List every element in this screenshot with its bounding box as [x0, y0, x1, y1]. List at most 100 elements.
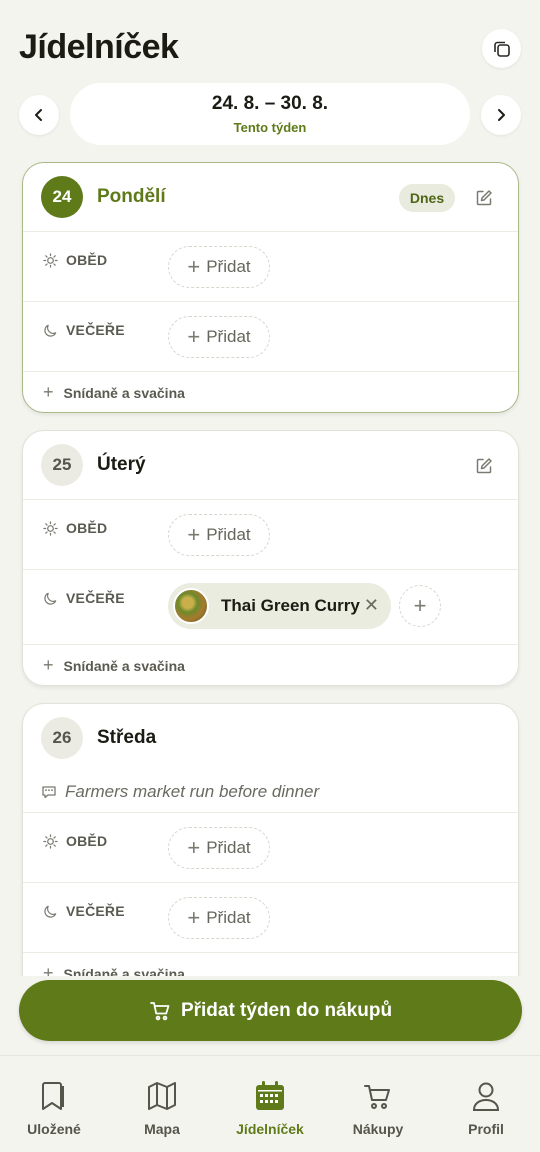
recipe-thumbnail [173, 588, 209, 624]
week-range: 24. 8. – 30. 8. [211, 93, 329, 114]
map-icon [148, 1082, 176, 1110]
note-text: Farmers market run before dinner [65, 782, 320, 801]
dinner-label-text: VEČEŘE [66, 903, 125, 919]
add-label: Přidat [206, 257, 251, 276]
nav-item-shopping[interactable]: Nákupy [324, 1080, 432, 1137]
day-list[interactable]: 24 Pondělí Dnes OBĚD + Přidat VEČEŘE + P… [0, 160, 540, 976]
cta-label: Přidat týden do nákupů [180, 999, 393, 1021]
moon-icon [44, 592, 57, 605]
meal-row-lunch: OBĚD + Přidat [23, 812, 518, 882]
add-week-to-shopping-button[interactable]: Přidat týden do nákupů [19, 980, 522, 1041]
meal-row-lunch: OBĚD + Přidat [23, 231, 518, 301]
add-label: Přidat [206, 525, 251, 544]
nav-item-saved[interactable]: Uložené [0, 1080, 108, 1137]
nav-item-map[interactable]: Mapa [108, 1080, 216, 1137]
lunch-label-text: OBĚD [66, 833, 108, 849]
chevron-right-icon [498, 109, 505, 121]
bottom-navigation: Uložené Mapa Jídelníček Nákupy Profil [0, 1055, 540, 1152]
add-lunch-button[interactable]: + Přidat [168, 827, 270, 869]
nav-label: Nákupy [352, 1121, 404, 1137]
sun-icon [43, 833, 58, 849]
plus-icon: + [187, 324, 201, 349]
day-note[interactable]: Farmers market run before dinner [23, 772, 518, 812]
comment-icon [42, 786, 56, 799]
day-header: 24 Pondělí Dnes [23, 163, 518, 231]
moon-icon [44, 324, 57, 337]
plus-icon: + [43, 382, 54, 402]
dinner-label-text: VEČEŘE [66, 590, 125, 606]
day-name: Pondělí [97, 186, 166, 207]
recipe-chip[interactable]: Thai Green Curry ✕ [168, 583, 391, 629]
dinner-label: VEČEŘE [43, 903, 125, 919]
copy-week-button[interactable] [482, 29, 521, 68]
add-another-dinner-button[interactable]: + [399, 585, 441, 627]
bookmark-icon [42, 1082, 64, 1110]
edit-icon[interactable] [475, 457, 493, 475]
close-icon[interactable]: ✕ [364, 595, 379, 616]
nav-item-meal-plan[interactable]: Jídelníček [216, 1080, 324, 1137]
meal-row-dinner: VEČEŘE + Přidat [23, 301, 518, 371]
add-snack-button[interactable]: + Snídaně a svačina [23, 644, 518, 685]
snack-label: Snídaně a svačina [63, 965, 185, 977]
plus-icon: + [43, 963, 54, 976]
snack-label: Snídaně a svačina [63, 657, 185, 674]
nav-label: Jídelníček [236, 1121, 304, 1137]
sun-icon [43, 520, 58, 536]
header: Jídelníček [0, 0, 540, 80]
plus-icon: + [43, 655, 54, 675]
edit-icon[interactable] [475, 189, 493, 207]
cart-icon [364, 1085, 390, 1109]
add-lunch-button[interactable]: + Přidat [168, 514, 270, 556]
add-label: Přidat [206, 908, 251, 927]
day-number: 25 [41, 444, 83, 486]
day-card-monday: 24 Pondělí Dnes OBĚD + Přidat VEČEŘE + P… [22, 162, 519, 413]
next-week-button[interactable] [481, 95, 521, 135]
lunch-label-text: OBĚD [66, 252, 108, 268]
week-subtitle: Tento týden [233, 120, 307, 135]
meal-row-dinner: VEČEŘE + Přidat [23, 882, 518, 952]
lunch-label: OBĚD [43, 520, 107, 536]
day-name: Středa [97, 727, 157, 748]
day-number: 24 [41, 176, 83, 218]
day-card-tuesday: 25 Úterý OBĚD + Přidat VEČEŘE Thai Green… [22, 430, 519, 686]
nav-label: Mapa [144, 1121, 180, 1137]
week-selector[interactable]: 24. 8. – 30. 8. Tento týden [70, 83, 470, 145]
nav-label: Uložené [27, 1121, 81, 1137]
day-number: 26 [41, 717, 83, 759]
add-dinner-button[interactable]: + Přidat [168, 316, 270, 358]
chevron-left-icon [35, 109, 42, 121]
lunch-label-text: OBĚD [66, 520, 108, 536]
page-title: Jídelníček [19, 28, 179, 66]
profile-icon [472, 1082, 500, 1111]
week-navigation: 24. 8. – 30. 8. Tento týden [0, 83, 540, 145]
plus-icon: + [187, 835, 201, 860]
calendar-icon [256, 1081, 284, 1110]
day-name: Úterý [97, 454, 146, 475]
snack-label: Snídaně a svačina [63, 384, 185, 401]
recipe-name: Thai Green Curry [221, 596, 360, 615]
add-label: Přidat [206, 838, 251, 857]
add-dinner-button[interactable]: + Přidat [168, 897, 270, 939]
previous-week-button[interactable] [19, 95, 59, 135]
plus-icon: + [187, 522, 201, 547]
day-header: 25 Úterý [23, 431, 518, 499]
sun-icon [43, 252, 58, 268]
nav-item-profile[interactable]: Profil [432, 1080, 540, 1137]
moon-icon [44, 905, 57, 918]
add-label: Přidat [206, 327, 251, 346]
add-snack-button[interactable]: + Snídaně a svačina [23, 371, 518, 412]
dinner-label: VEČEŘE [43, 322, 125, 338]
add-lunch-button[interactable]: + Přidat [168, 246, 270, 288]
lunch-label: OBĚD [43, 252, 107, 268]
cart-icon [150, 1001, 170, 1020]
nav-label: Profil [468, 1121, 504, 1137]
today-badge: Dnes [399, 184, 455, 212]
plus-icon: + [187, 905, 201, 930]
add-snack-button[interactable]: + Snídaně a svačina [23, 952, 518, 976]
lunch-label: OBĚD [43, 833, 107, 849]
plus-icon: + [187, 254, 201, 279]
day-card-wednesday: 26 Středa Farmers market run before dinn… [22, 703, 519, 976]
plus-icon: + [413, 593, 427, 618]
dinner-label-text: VEČEŘE [66, 322, 125, 338]
meal-row-dinner: VEČEŘE Thai Green Curry ✕ + [23, 569, 518, 644]
